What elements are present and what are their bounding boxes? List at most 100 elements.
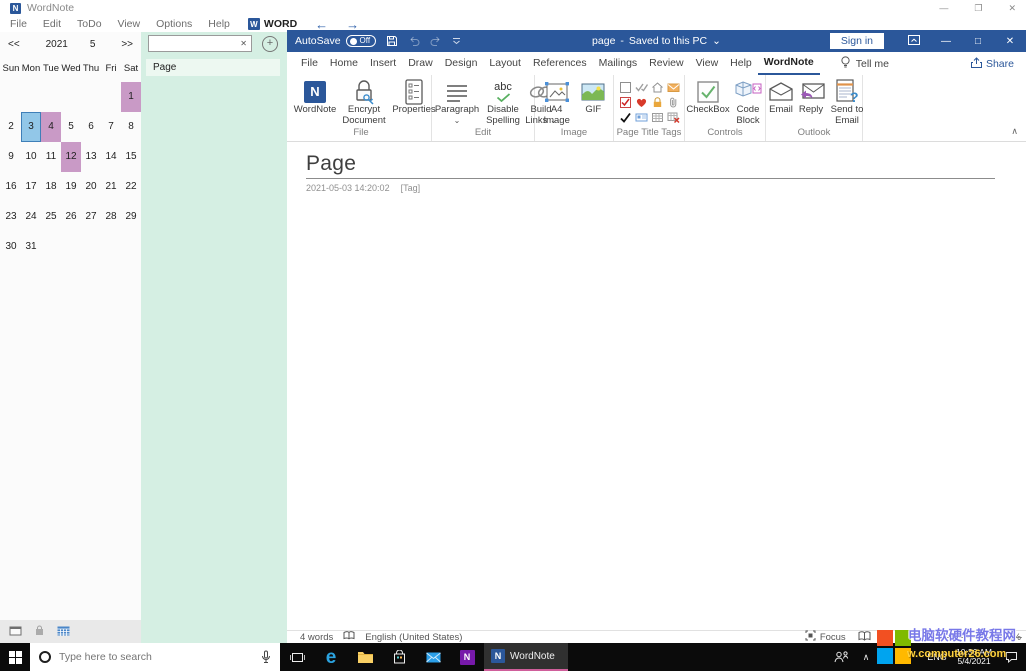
tab-mailings[interactable]: Mailings	[593, 52, 644, 75]
tell-me-button[interactable]: Tell me	[840, 55, 889, 72]
calendar-day-18[interactable]: 18	[41, 172, 61, 202]
calendar-day-7[interactable]: 7	[101, 112, 121, 142]
calendar-day-21[interactable]: 21	[101, 172, 121, 202]
heart-icon[interactable]	[633, 95, 649, 110]
calendar-day-25[interactable]: 25	[41, 202, 61, 232]
menu-item-file[interactable]: File	[0, 18, 35, 30]
proofing-book-icon[interactable]	[343, 631, 355, 643]
zoom-level[interactable]: 100%	[997, 632, 1021, 643]
calendar-day-26[interactable]: 26	[61, 202, 81, 232]
calendar-day-15[interactable]: 15	[121, 142, 141, 172]
wordnote-taskbar-button[interactable]: N WordNote	[484, 643, 568, 671]
mail-icon[interactable]	[416, 643, 450, 671]
zoom-slider[interactable]	[904, 633, 1022, 641]
edge-icon[interactable]: e	[314, 643, 348, 671]
tab-help[interactable]: Help	[724, 52, 758, 75]
calendar-day-9[interactable]: 9	[1, 142, 21, 172]
calendar-year[interactable]: 2021	[46, 39, 68, 50]
a4-image-button[interactable]: A4 Image	[540, 78, 574, 126]
calendar-day-13[interactable]: 13	[81, 142, 101, 172]
menu-item-help[interactable]: Help	[200, 18, 238, 30]
tab-home[interactable]: Home	[324, 52, 364, 75]
calendar-day-30[interactable]: 30	[1, 232, 21, 262]
read-mode-icon[interactable]	[858, 630, 871, 644]
gif-button[interactable]: GIF	[578, 78, 608, 116]
taskbar-search-input[interactable]	[59, 651, 261, 663]
clock[interactable]: 10:36 AM 5/4/2021	[950, 647, 998, 667]
calendar-table-icon[interactable]	[57, 623, 70, 641]
show-hidden-icons-chevron[interactable]: ∧	[854, 652, 878, 663]
redo-icon[interactable]	[430, 36, 442, 46]
envelope-icon[interactable]	[665, 80, 681, 95]
onenote-icon[interactable]: N	[450, 643, 484, 671]
save-icon[interactable]	[386, 35, 398, 47]
add-note-button[interactable]: +	[262, 35, 278, 52]
calendar-day-6[interactable]: 6	[81, 112, 101, 142]
table-icon[interactable]	[649, 110, 665, 125]
task-view-button[interactable]	[280, 643, 314, 671]
word-maximize-button[interactable]: □	[962, 36, 994, 47]
calendar-day-3[interactable]: 3	[21, 112, 41, 142]
menu-item-options[interactable]: Options	[148, 18, 200, 30]
microphone-icon[interactable]	[261, 650, 271, 664]
calendar-day-20[interactable]: 20	[81, 172, 101, 202]
tab-layout[interactable]: Layout	[483, 52, 527, 75]
tab-file[interactable]: File	[295, 52, 324, 75]
calendar-day-8[interactable]: 8	[121, 112, 141, 142]
check-icon[interactable]	[617, 110, 633, 125]
tab-design[interactable]: Design	[439, 52, 484, 75]
disable-spelling-button[interactable]: abc Disable Spelling	[482, 78, 524, 126]
window-minimize-button[interactable]: —	[939, 3, 948, 14]
tab-draw[interactable]: Draw	[402, 52, 439, 75]
start-button[interactable]	[0, 643, 30, 671]
action-center-icon[interactable]	[998, 651, 1024, 663]
calendar-day-11[interactable]: 11	[41, 142, 61, 172]
menu-item-view[interactable]: View	[110, 18, 149, 30]
home-icon[interactable]	[649, 80, 665, 95]
email-button[interactable]: Email	[766, 78, 796, 116]
calendar-day-23[interactable]: 23	[1, 202, 21, 232]
share-button[interactable]: Share	[970, 56, 1014, 71]
people-icon[interactable]	[828, 643, 854, 671]
calendar-day-2[interactable]: 2	[1, 112, 21, 142]
clear-search-icon[interactable]: ✕	[236, 39, 251, 48]
collapse-ribbon-icon[interactable]: ∧	[1011, 126, 1018, 137]
language-status[interactable]: English (United States)	[365, 632, 462, 643]
tab-insert[interactable]: Insert	[364, 52, 402, 75]
calendar-day-22[interactable]: 22	[121, 172, 141, 202]
tab-wordnote[interactable]: WordNote	[757, 52, 820, 75]
calendar-day-31[interactable]: 31	[21, 232, 41, 262]
language-tray-button[interactable]: ENG	[924, 652, 950, 662]
file-explorer-icon[interactable]	[348, 643, 382, 671]
sign-in-button[interactable]: Sign in	[829, 33, 884, 49]
note-window-icon[interactable]	[9, 623, 22, 641]
ribbon-display-options-icon[interactable]	[898, 34, 930, 48]
undo-icon[interactable]	[408, 36, 420, 46]
checked-checkbox-icon[interactable]	[617, 95, 633, 110]
window-close-button[interactable]: ✕	[1008, 3, 1016, 14]
word-minimize-button[interactable]: —	[930, 36, 962, 47]
id-card-icon[interactable]	[633, 110, 649, 125]
encrypt-document-button[interactable]: Encrypt Document	[339, 78, 389, 126]
paperclip-icon[interactable]	[665, 95, 681, 110]
paragraph-button[interactable]: Paragraph ⌄	[432, 78, 482, 126]
calendar-day-5[interactable]: 5	[61, 112, 81, 142]
calendar-day-17[interactable]: 17	[21, 172, 41, 202]
word-count[interactable]: 4 words	[300, 632, 333, 643]
menu-item-edit[interactable]: Edit	[35, 18, 69, 30]
calendar-month[interactable]: 5	[90, 39, 96, 50]
calendar-next-button[interactable]: >>	[121, 39, 133, 50]
calendar-day-1[interactable]: 1	[121, 82, 141, 112]
customize-toolbar-icon[interactable]	[452, 37, 461, 45]
calendar-day-27[interactable]: 27	[81, 202, 101, 232]
document-canvas[interactable]: Page 2021-05-03 14:20:02 [Tag]	[287, 142, 1026, 630]
menu-item-todo[interactable]: ToDo	[69, 18, 110, 30]
taskbar-search[interactable]	[30, 643, 280, 671]
calendar-day-29[interactable]: 29	[121, 202, 141, 232]
word-close-button[interactable]: ✕	[994, 36, 1026, 47]
wordnote-button[interactable]: N WordNote	[291, 78, 339, 116]
calendar-day-24[interactable]: 24	[21, 202, 41, 232]
checkbox-control-button[interactable]: CheckBox	[685, 78, 731, 116]
lock-icon[interactable]	[649, 95, 665, 110]
tab-references[interactable]: References	[527, 52, 593, 75]
